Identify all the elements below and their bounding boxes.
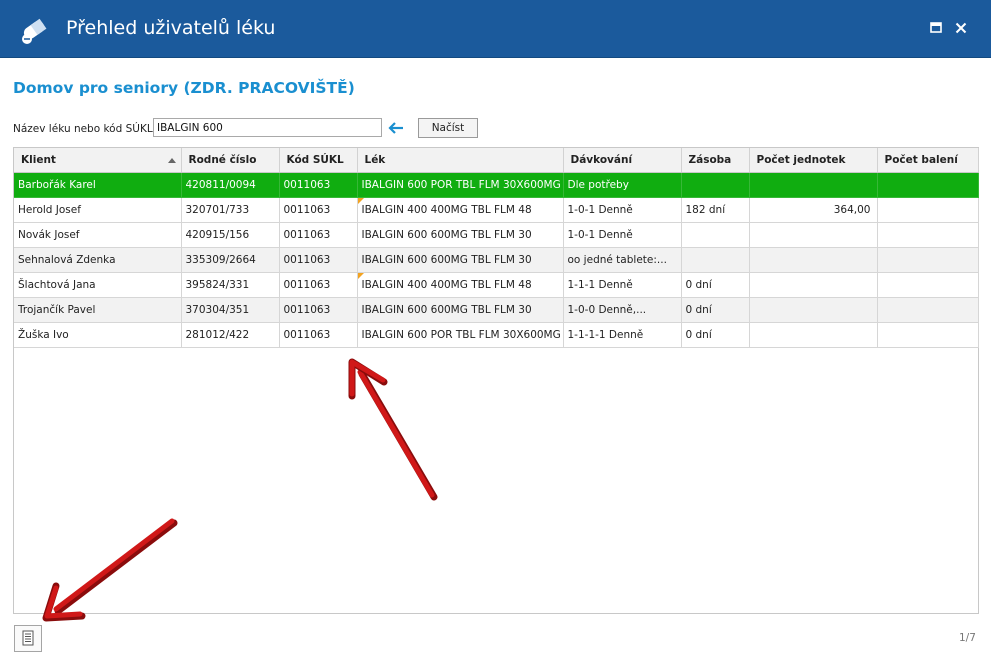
search-label: Název léku nebo kód SÚKL:: [13, 123, 157, 135]
cell-klient: Novák Josef: [14, 222, 182, 248]
cell-klient: Žuška Ivo: [14, 322, 182, 348]
cell-zasoba: [681, 222, 750, 248]
arrow-left-icon[interactable]: [387, 119, 405, 137]
cell-zasoba: [681, 247, 750, 273]
table-header-row: Klient Rodné číslo Kód SÚKL Lék Dávkován…: [14, 148, 979, 173]
cell-kod-sukl: 0011063: [279, 297, 358, 323]
cell-lek: IBALGIN 600 600MG TBL FLM 30: [357, 247, 564, 273]
cell-lek: IBALGIN 400 400MG TBL FLM 48: [357, 272, 564, 298]
cell-klient: Barbořák Karel: [14, 172, 182, 198]
cell-davkovani: oo jedné tablete:...: [563, 247, 682, 273]
cell-pocet-baleni: [877, 222, 979, 248]
pill-capsule-icon: [22, 18, 47, 44]
users-grid: Klient Rodné číslo Kód SÚKL Lék Dávkován…: [13, 147, 979, 614]
cell-zasoba: 182 dní: [681, 197, 750, 223]
cell-pocet-jednotek: [749, 322, 878, 348]
cell-pocet-baleni: [877, 172, 979, 198]
cell-davkovani: 1-1-1-1 Denně: [563, 322, 682, 348]
table-row[interactable]: Barbořák Karel 420811/0094 0011063 IBALG…: [14, 172, 979, 198]
table-row[interactable]: Trojančík Pavel 370304/351 0011063 IBALG…: [14, 297, 979, 323]
cell-rodne-cislo: 420811/0094: [181, 172, 280, 198]
table-row[interactable]: Žuška Ivo 281012/422 0011063 IBALGIN 600…: [14, 322, 979, 348]
report-button[interactable]: [14, 625, 42, 652]
column-header-rodne-cislo[interactable]: Rodné číslo: [181, 148, 280, 173]
cell-pocet-jednotek: [749, 297, 878, 323]
cell-rodne-cislo: 320701/733: [181, 197, 280, 223]
column-header-kod-sukl[interactable]: Kód SÚKL: [279, 148, 358, 173]
table-row[interactable]: Šlachtová Jana 395824/331 0011063 IBALGI…: [14, 272, 979, 298]
cell-lek: IBALGIN 600 600MG TBL FLM 30: [357, 297, 564, 323]
drug-search-input[interactable]: [153, 118, 382, 137]
cell-pocet-jednotek: [749, 222, 878, 248]
document-icon: [22, 630, 34, 646]
cell-pocet-baleni: [877, 197, 979, 223]
cell-davkovani: 1-1-1 Denně: [563, 272, 682, 298]
column-header-davkovani[interactable]: Dávkování: [563, 148, 682, 173]
cell-kod-sukl: 0011063: [279, 222, 358, 248]
column-header-pocet-jednotek[interactable]: Počet jednotek: [749, 148, 878, 173]
cell-klient: Herold Josef: [14, 197, 182, 223]
cell-pocet-jednotek: [749, 272, 878, 298]
column-header-pocet-baleni[interactable]: Počet balení: [877, 148, 979, 173]
cell-rodne-cislo: 370304/351: [181, 297, 280, 323]
cell-rodne-cislo: 420915/156: [181, 222, 280, 248]
cell-klient: Trojančík Pavel: [14, 297, 182, 323]
cell-zasoba: [681, 172, 750, 198]
cell-lek: IBALGIN 400 400MG TBL FLM 48: [357, 197, 564, 223]
table-row[interactable]: Novák Josef 420915/156 0011063 IBALGIN 6…: [14, 222, 979, 248]
cell-rodne-cislo: 395824/331: [181, 272, 280, 298]
column-header-lek[interactable]: Lék: [357, 148, 564, 173]
table-row[interactable]: Herold Josef 320701/733 0011063 IBALGIN …: [14, 197, 979, 223]
cell-davkovani: 1-0-1 Denně: [563, 222, 682, 248]
cell-zasoba: 0 dní: [681, 322, 750, 348]
cell-kod-sukl: 0011063: [279, 272, 358, 298]
cell-kod-sukl: 0011063: [279, 172, 358, 198]
users-table: Klient Rodné číslo Kód SÚKL Lék Dávkován…: [14, 148, 979, 348]
cell-rodne-cislo: 335309/2664: [181, 247, 280, 273]
cell-zasoba: 0 dní: [681, 272, 750, 298]
column-header-zasoba[interactable]: Zásoba: [681, 148, 750, 173]
cell-kod-sukl: 0011063: [279, 322, 358, 348]
cell-lek: IBALGIN 600 POR TBL FLM 30X600MG: [357, 172, 564, 198]
cell-pocet-jednotek: 364,00: [749, 197, 878, 223]
cell-klient: Šlachtová Jana: [14, 272, 182, 298]
cell-davkovani: Dle potřeby: [563, 172, 682, 198]
cell-lek: IBALGIN 600 POR TBL FLM 30X600MG: [357, 322, 564, 348]
close-icon[interactable]: [953, 20, 969, 36]
cell-lek: IBALGIN 600 600MG TBL FLM 30: [357, 222, 564, 248]
cell-zasoba: 0 dní: [681, 297, 750, 323]
window-title: Přehled uživatelů léku: [66, 17, 276, 39]
sort-ascending-icon: [168, 158, 176, 163]
cell-kod-sukl: 0011063: [279, 197, 358, 223]
load-button[interactable]: Načíst: [418, 118, 478, 138]
cell-pocet-baleni: [877, 297, 979, 323]
cell-pocet-baleni: [877, 322, 979, 348]
title-bar: Přehled uživatelů léku: [0, 0, 991, 58]
maximize-icon[interactable]: [928, 20, 944, 36]
cell-rodne-cislo: 281012/422: [181, 322, 280, 348]
cell-pocet-baleni: [877, 272, 979, 298]
table-row[interactable]: Sehnalová Zdenka 335309/2664 0011063 IBA…: [14, 247, 979, 273]
cell-pocet-baleni: [877, 247, 979, 273]
cell-pocet-jednotek: [749, 247, 878, 273]
cell-pocet-jednotek: [749, 172, 878, 198]
cell-davkovani: 1-0-0 Denně,...: [563, 297, 682, 323]
note-flag-icon: [357, 273, 364, 279]
page-indicator: 1/7: [959, 632, 976, 644]
column-header-klient[interactable]: Klient: [14, 148, 182, 173]
cell-kod-sukl: 0011063: [279, 247, 358, 273]
note-flag-icon: [357, 198, 364, 204]
cell-klient: Sehnalová Zdenka: [14, 247, 182, 273]
page-heading: Domov pro seniory (ZDR. PRACOVIŠTĚ): [13, 79, 355, 97]
cell-davkovani: 1-0-1 Denně: [563, 197, 682, 223]
